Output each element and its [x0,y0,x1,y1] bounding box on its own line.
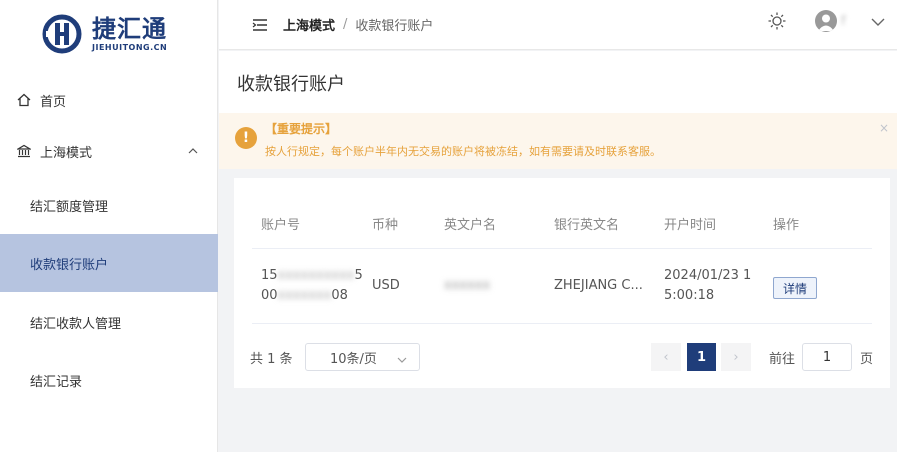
sidebar-item-bank-accounts[interactable]: 收款银行账户 [0,234,218,292]
logo-text-en: JIEHUITONG.CN [92,42,168,52]
column-header-currency: 币种 [372,218,399,233]
top-header: 上海模式 / 收款银行账户 f [219,0,897,50]
cell-english-name: xxxxxx [444,278,491,293]
accounts-table-card: 账户号 币种 英文户名 银行英文名 开户时间 操作 15xxxxxxxxxx5 … [234,178,890,388]
column-header-english-name: 英文户名 [444,218,497,233]
warning-icon: ! [235,127,257,149]
alert-title: 【重要提示】 [265,122,338,136]
column-header-action: 操作 [773,218,800,233]
next-page-button[interactable]: › [721,343,751,371]
cell-account-number: 15xxxxxxxxxx5 00xxxxxxx08 [261,268,363,303]
breadcrumb-root[interactable]: 上海模式 [283,15,335,34]
sidebar-item-label: 结汇额度管理 [30,199,109,215]
page-size-value: 10条/页 [330,351,377,367]
page-number-current[interactable]: 1 [687,343,716,371]
avatar[interactable] [815,10,837,32]
close-icon[interactable]: × [879,121,889,135]
breadcrumb: 上海模式 / 收款银行账户 [283,15,433,34]
goto-label: 前往 [769,352,796,367]
pagination-total: 共 1 条 [250,352,293,367]
column-header-bank-name: 银行英文名 [554,218,620,233]
breadcrumb-current: 收款银行账户 [355,19,434,34]
home-icon [16,92,32,108]
column-header-open-time: 开户时间 [664,218,717,233]
sidebar-item-label: 首页 [40,94,67,110]
sidebar-item-home[interactable]: 首页 [0,71,218,129]
sidebar-item-label: 结汇记录 [30,374,83,390]
page-size-select[interactable]: 10条/页 [305,343,420,371]
page-title: 收款银行账户 [237,74,345,95]
username[interactable]: f [841,14,869,29]
logo-text-cn: 捷汇通 [92,14,167,43]
sidebar: 捷汇通 JIEHUITONG.CN 首页 上海模式 结汇额度管理 收款银行账户 … [0,0,218,452]
cell-bank-name: ZHEJIANG C... [554,278,643,293]
sidebar-item-label: 收款银行账户 [30,257,109,273]
bank-icon [16,143,32,159]
menu-fold-icon[interactable] [251,16,269,34]
sidebar-item-label: 上海模式 [40,145,93,161]
sun-icon[interactable] [767,11,787,31]
cell-currency: USD [372,278,400,293]
chevron-down-icon [397,353,407,368]
sidebar-item-records[interactable]: 结汇记录 [0,351,218,409]
sidebar-item-fx-quota[interactable]: 结汇额度管理 [0,176,218,234]
detail-button[interactable]: 详情 [773,277,817,299]
logo[interactable]: 捷汇通 JIEHUITONG.CN [42,14,167,54]
prev-page-button[interactable]: ‹ [651,343,681,371]
cell-open-time: 2024/01/23 1 5:00:18 [664,268,752,303]
table-divider [252,323,872,324]
sidebar-item-shanghai-mode[interactable]: 上海模式 [0,122,218,180]
page-title-bar: 收款银行账户 [219,51,897,113]
goto-page-input[interactable] [802,343,852,371]
table-divider [252,248,872,249]
goto-suffix: 页 [860,352,874,367]
warning-alert: ! 【重要提示】 按人行规定，每个账户半年内无交易的账户将被冻结，如有需要请及时… [219,113,897,169]
breadcrumb-separator: / [343,17,348,32]
sidebar-item-payees[interactable]: 结汇收款人管理 [0,293,218,351]
chevron-down-icon[interactable] [871,12,885,31]
column-header-account: 账户号 [261,218,301,233]
sidebar-item-label: 结汇收款人管理 [30,316,122,332]
logo-mark-icon [42,14,88,54]
chevron-up-icon[interactable] [188,144,198,159]
alert-text: 按人行规定，每个账户半年内无交易的账户将被冻结，如有需要请及时联系客服。 [265,145,661,158]
